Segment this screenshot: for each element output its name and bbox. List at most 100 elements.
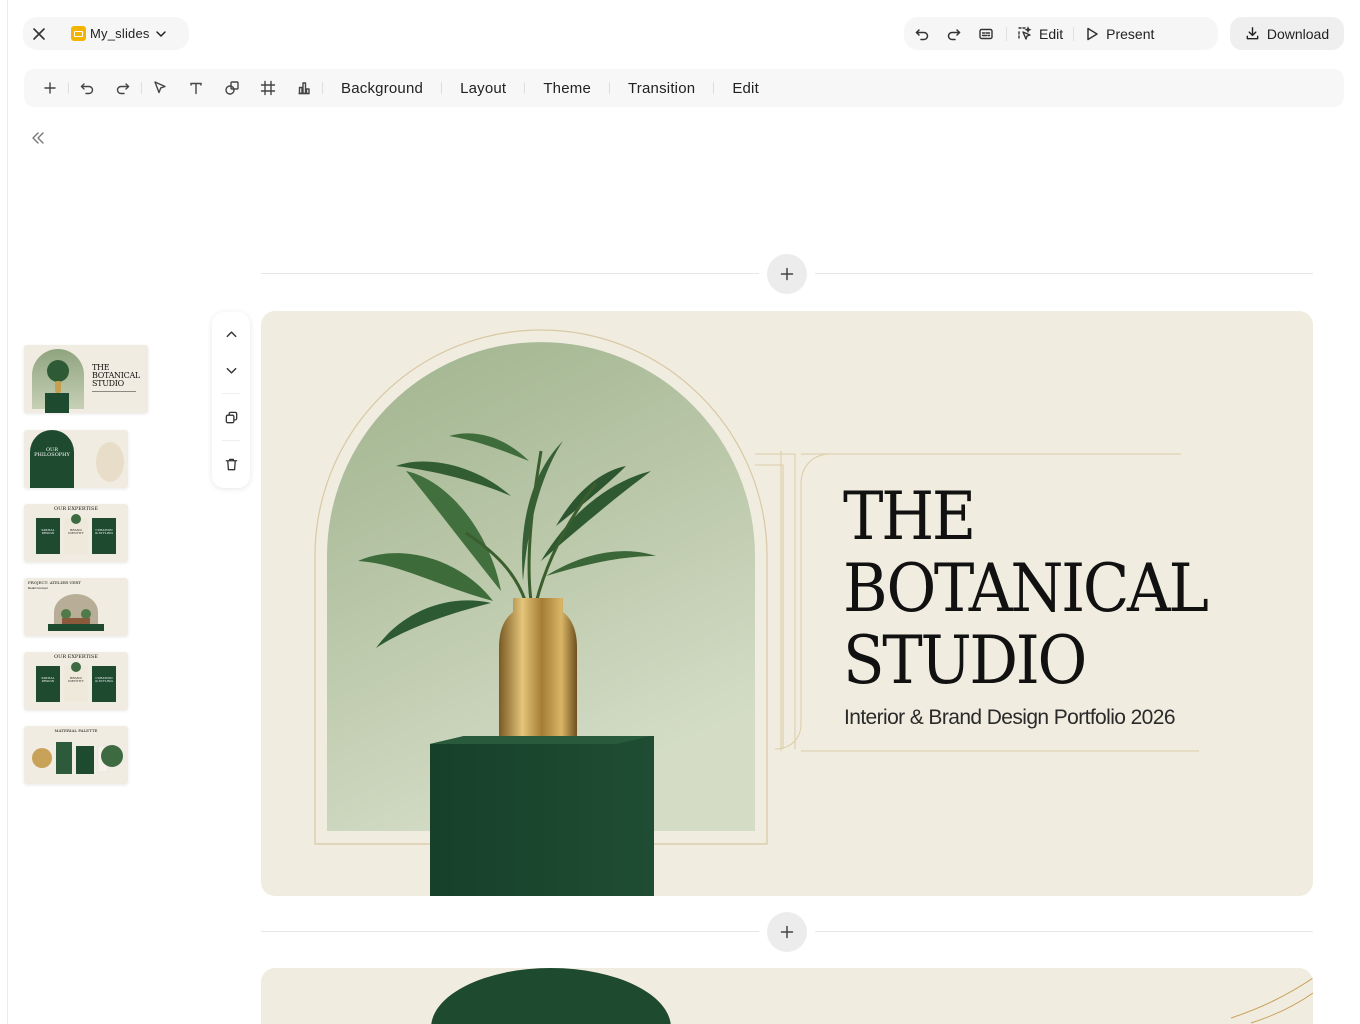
download-icon (1246, 27, 1259, 40)
slide-thumbnail-1[interactable]: THE BOTANICAL STUDIO (24, 345, 148, 413)
shapes-icon (225, 81, 239, 95)
top-bar: My_slides Edit Present Download (0, 0, 1360, 66)
undo-button[interactable] (906, 18, 938, 50)
text-icon (190, 82, 202, 95)
redo-icon (116, 83, 130, 95)
captions-button[interactable] (970, 18, 1002, 50)
undo-icon (80, 83, 94, 95)
slide-canvas[interactable]: THE BOTANICAL STUDIO Interior & Brand De… (261, 311, 1313, 896)
thumbnail-4-art (48, 594, 104, 631)
thumbnail-5-card-label: SPATIAL DESIGN (41, 676, 55, 683)
insert-line (261, 931, 759, 932)
present-button[interactable]: Present (1078, 18, 1160, 50)
slide-thumbnail-2[interactable]: OUR PHILOSOPHY (24, 430, 128, 488)
frame-icon (260, 80, 276, 96)
thumbnail-3-card-label: BRAND IDENTITY (68, 528, 84, 535)
delete-slide-button[interactable] (215, 446, 247, 482)
slide-side-tools (212, 312, 250, 488)
thumbnail-3-title: OUR EXPERTISE (54, 506, 98, 512)
next-slide-artwork (431, 968, 1313, 1024)
insert-line (815, 931, 1313, 932)
move-slide-up-button[interactable] (215, 316, 247, 352)
slide-thumbnail-6[interactable]: MATERIAL PALETTE (24, 726, 128, 784)
play-icon (1087, 27, 1098, 40)
present-label: Present (1106, 25, 1155, 42)
plus-icon (44, 82, 56, 94)
slide-subtitle[interactable]: Interior & Brand Design Portfolio 2026 (844, 706, 1176, 730)
download-label: Download (1266, 25, 1330, 42)
frame-tool-button[interactable] (250, 72, 286, 104)
chevron-down-icon (155, 30, 166, 37)
chart-tool-button[interactable] (286, 72, 322, 104)
divider (222, 393, 240, 394)
slide-thumbnail-5[interactable]: OUR EXPERTISE SPATIAL DESIGN BRAND IDENTIT… (24, 652, 128, 710)
thumbnail-3-card (36, 518, 60, 554)
slide-title[interactable]: THE BOTANICAL STUDIO (843, 481, 1209, 697)
menu-theme[interactable]: Theme (525, 80, 609, 97)
redo-icon (947, 28, 961, 40)
slide-thumbnail-3[interactable]: OUR EXPERTISE SPATIAL DESIGN BRAND IDENTIT… (24, 504, 128, 562)
select-tool-button[interactable] (142, 72, 178, 104)
plus-icon (780, 267, 794, 281)
divider (1073, 26, 1075, 41)
thumbnail-3-card-label: CURATION & STYLING (95, 528, 113, 535)
redo-button[interactable] (938, 18, 970, 50)
chevron-up-icon (226, 330, 236, 337)
thumbnail-3-card (92, 518, 116, 554)
slide-thumbnail-4[interactable]: PROJECT: ATELIER VERT Retail Concept (24, 578, 128, 636)
left-edge-divider (7, 0, 8, 1024)
menu-layout[interactable]: Layout (442, 80, 524, 97)
thumbnail-2-art (30, 430, 124, 488)
menu-edit[interactable]: Edit (714, 80, 777, 97)
thumbnail-6-art (32, 742, 123, 774)
text-tool-button[interactable] (178, 72, 214, 104)
add-element-button[interactable] (32, 72, 68, 104)
menu-transition[interactable]: Transition (610, 80, 713, 97)
thumbnail-1-subtitle-line (92, 391, 136, 392)
edit-label: Edit (1039, 25, 1064, 42)
thumbnail-5-card (36, 666, 60, 702)
action-group: Edit Present (904, 17, 1218, 50)
thumbnail-5-card-label: CURATION & STYLING (95, 676, 113, 683)
thumbnail-5-card-label: BRAND IDENTITY (68, 676, 84, 683)
add-slide-above-button[interactable] (767, 254, 807, 294)
bar-chart-icon (298, 82, 310, 95)
magic-select-icon (1018, 25, 1032, 40)
trash-icon (225, 458, 237, 470)
slides-app-icon (71, 26, 86, 41)
move-slide-down-button[interactable] (215, 352, 247, 388)
duplicate-slide-button[interactable] (215, 399, 247, 435)
next-slide-preview[interactable] (261, 968, 1313, 1024)
chevron-down-icon (226, 367, 236, 374)
thumbnail-5-leaf (71, 662, 81, 672)
file-controls: My_slides (23, 17, 189, 50)
thumbnail-5-card (92, 666, 116, 702)
undo-tool-button[interactable] (69, 72, 105, 104)
plus-icon (780, 925, 794, 939)
add-slide-between-button[interactable] (767, 912, 807, 952)
thumbnail-3-card-label: SPATIAL DESIGN (41, 528, 55, 535)
menu-background[interactable]: Background (323, 80, 441, 97)
thumbnail-2-title: OUR PHILOSOPHY (34, 447, 70, 458)
ai-edit-button[interactable]: Edit (1011, 18, 1069, 50)
editor-toolbar: Background Layout Theme Transition Edit (24, 69, 1344, 107)
collapse-sidebar-icon[interactable] (29, 129, 47, 147)
document-name-dropdown[interactable]: My_slides (71, 26, 167, 41)
thumbnail-3-leaf (71, 514, 81, 524)
close-button[interactable] (23, 18, 55, 50)
insert-line (815, 273, 1313, 274)
download-button[interactable]: Download (1230, 17, 1344, 50)
captions-icon (979, 28, 993, 39)
close-icon (33, 27, 45, 40)
cursor-icon (154, 81, 166, 94)
redo-tool-button[interactable] (105, 72, 141, 104)
thumbnail-5-title: OUR EXPERTISE (54, 654, 98, 660)
copy-icon (225, 411, 237, 423)
divider (222, 440, 240, 441)
insert-line (261, 273, 759, 274)
thumbnail-1-title: THE BOTANICAL STUDIO (92, 363, 140, 388)
document-name: My_slides (90, 26, 150, 41)
undo-icon (915, 28, 929, 40)
divider (1006, 26, 1007, 41)
shape-tool-button[interactable] (214, 72, 250, 104)
